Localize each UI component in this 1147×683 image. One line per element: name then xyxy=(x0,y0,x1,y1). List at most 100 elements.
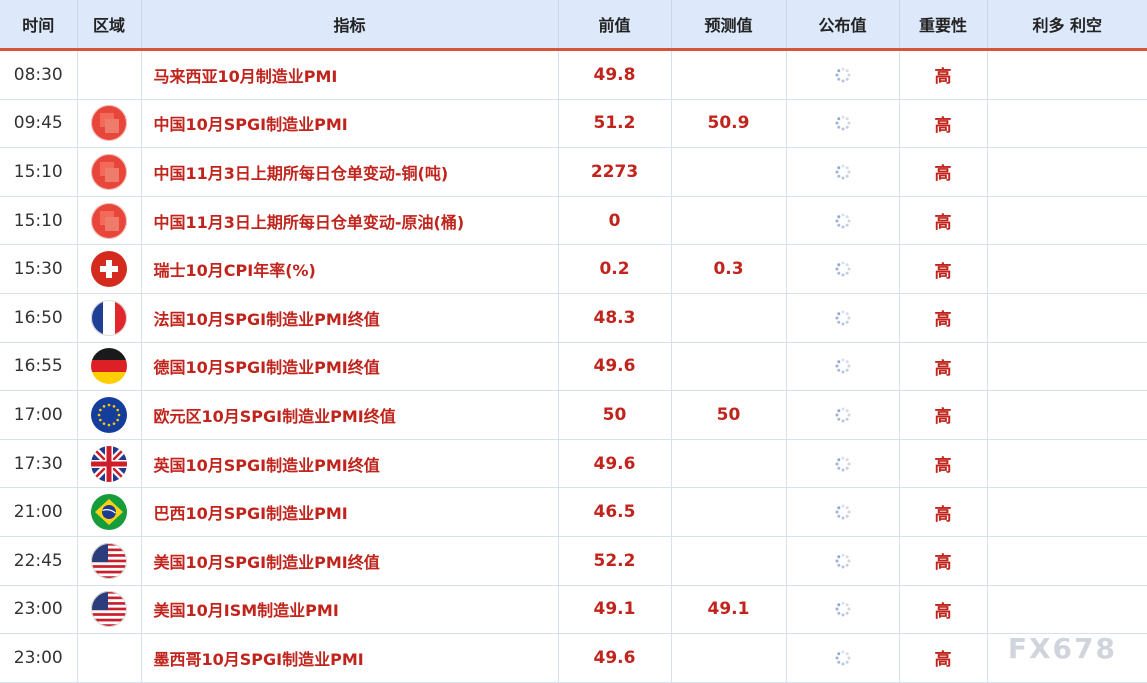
row-forecast xyxy=(671,633,787,683)
row-actual xyxy=(786,487,900,537)
loading-spinner-icon xyxy=(835,310,851,326)
row-indicator-link[interactable]: 墨西哥10月SPGI制造业PMI xyxy=(141,633,559,683)
row-forecast xyxy=(671,342,787,392)
row-effect xyxy=(987,585,1147,635)
row-indicator-link[interactable]: 德国10月SPGI制造业PMI终值 xyxy=(141,342,559,392)
loading-spinner-icon xyxy=(835,213,851,229)
row-indicator-link[interactable]: 法国10月SPGI制造业PMI终值 xyxy=(141,293,559,343)
loading-spinner-icon xyxy=(835,407,851,423)
row-forecast xyxy=(671,196,787,246)
row-forecast: 0.3 xyxy=(671,244,787,294)
row-effect xyxy=(987,342,1147,392)
table-row[interactable]: 17:00 欧元区10月SPGI制造业PMI终值 50 50 高 xyxy=(0,390,1147,440)
row-indicator-link[interactable]: 巴西10月SPGI制造业PMI xyxy=(141,487,559,537)
row-previous: 0.2 xyxy=(558,244,672,294)
row-importance: 高 xyxy=(899,536,988,586)
header-previous: 前值 xyxy=(558,0,672,51)
table-body: 08:30 马来西亚10月制造业PMI 49.8 高 09:45 中国10月SP… xyxy=(0,49,1147,683)
table-row[interactable]: 16:50 法国10月SPGI制造业PMI终值 48.3 高 xyxy=(0,293,1147,343)
row-forecast xyxy=(671,487,787,537)
row-time: 15:30 xyxy=(0,244,78,294)
row-effect xyxy=(987,99,1147,149)
row-region xyxy=(77,390,142,440)
row-previous: 49.1 xyxy=(558,585,672,635)
table-row[interactable]: 16:55 德国10月SPGI制造业PMI终值 49.6 高 xyxy=(0,342,1147,392)
row-indicator-link[interactable]: 瑞士10月CPI年率(%) xyxy=(141,244,559,294)
row-time: 22:45 xyxy=(0,536,78,586)
row-region xyxy=(77,585,142,635)
row-indicator-link[interactable]: 中国10月SPGI制造业PMI xyxy=(141,99,559,149)
brazil-flag-icon xyxy=(91,494,127,531)
row-importance: 高 xyxy=(899,293,988,343)
row-region xyxy=(77,633,142,683)
table-row[interactable]: 17:30 英国10月SPGI制造业PMI终值 49.6 高 xyxy=(0,439,1147,489)
row-actual xyxy=(786,49,900,100)
table-row[interactable]: 15:30 瑞士10月CPI年率(%) 0.2 0.3 高 xyxy=(0,244,1147,294)
row-time: 17:30 xyxy=(0,439,78,489)
table-row[interactable]: 23:00 美国10月ISM制造业PMI 49.1 49.1 高 xyxy=(0,585,1147,635)
row-indicator-link[interactable]: 中国11月3日上期所每日仓单变动-铜(吨) xyxy=(141,147,559,197)
row-time: 16:50 xyxy=(0,293,78,343)
row-previous: 49.6 xyxy=(558,633,672,683)
loading-spinner-icon xyxy=(835,504,851,520)
row-effect xyxy=(987,536,1147,586)
row-previous: 49.8 xyxy=(558,49,672,100)
row-actual xyxy=(786,390,900,440)
row-time: 09:45 xyxy=(0,99,78,149)
row-previous: 0 xyxy=(558,196,672,246)
uk-flag-icon xyxy=(91,445,127,482)
loading-spinner-icon xyxy=(835,261,851,277)
header-importance: 重要性 xyxy=(899,0,988,51)
row-effect xyxy=(987,390,1147,440)
row-actual xyxy=(786,342,900,392)
row-previous: 46.5 xyxy=(558,487,672,537)
row-importance: 高 xyxy=(899,585,988,635)
row-importance: 高 xyxy=(899,49,988,100)
france-flag-icon xyxy=(91,299,127,336)
china-flag-blurred-icon xyxy=(91,105,127,142)
row-indicator-link[interactable]: 美国10月SPGI制造业PMI终值 xyxy=(141,536,559,586)
row-importance: 高 xyxy=(899,99,988,149)
table-row[interactable]: 09:45 中国10月SPGI制造业PMI 51.2 50.9 高 xyxy=(0,99,1147,149)
row-effect xyxy=(987,244,1147,294)
table-row[interactable]: 15:10 中国11月3日上期所每日仓单变动-铜(吨) 2273 高 xyxy=(0,147,1147,197)
row-previous: 48.3 xyxy=(558,293,672,343)
loading-spinner-icon xyxy=(835,67,851,83)
row-forecast: 49.1 xyxy=(671,585,787,635)
row-indicator-link[interactable]: 欧元区10月SPGI制造业PMI终值 xyxy=(141,390,559,440)
row-previous: 51.2 xyxy=(558,99,672,149)
row-region xyxy=(77,49,142,100)
row-indicator-link[interactable]: 美国10月ISM制造业PMI xyxy=(141,585,559,635)
row-region xyxy=(77,439,142,489)
table-row[interactable]: 22:45 美国10月SPGI制造业PMI终值 52.2 高 xyxy=(0,536,1147,586)
table-row[interactable]: 08:30 马来西亚10月制造业PMI 49.8 高 xyxy=(0,49,1147,100)
row-forecast xyxy=(671,293,787,343)
row-time: 16:55 xyxy=(0,342,78,392)
row-actual xyxy=(786,293,900,343)
row-forecast: 50 xyxy=(671,390,787,440)
china-flag-blurred-icon xyxy=(91,153,127,190)
row-region xyxy=(77,293,142,343)
row-importance: 高 xyxy=(899,439,988,489)
row-indicator-link[interactable]: 马来西亚10月制造业PMI xyxy=(141,49,559,100)
row-indicator-link[interactable]: 英国10月SPGI制造业PMI终值 xyxy=(141,439,559,489)
row-region xyxy=(77,147,142,197)
row-importance: 高 xyxy=(899,196,988,246)
row-forecast: 50.9 xyxy=(671,99,787,149)
row-time: 23:00 xyxy=(0,633,78,683)
row-time: 15:10 xyxy=(0,147,78,197)
row-time: 17:00 xyxy=(0,390,78,440)
header-indicator: 指标 xyxy=(141,0,559,51)
table-row[interactable]: 15:10 中国11月3日上期所每日仓单变动-原油(桶) 0 高 xyxy=(0,196,1147,246)
row-importance: 高 xyxy=(899,342,988,392)
table-row[interactable]: 21:00 巴西10月SPGI制造业PMI 46.5 高 xyxy=(0,487,1147,537)
row-previous: 49.6 xyxy=(558,342,672,392)
usa-flag-icon xyxy=(91,542,127,579)
row-time: 21:00 xyxy=(0,487,78,537)
loading-spinner-icon xyxy=(835,601,851,617)
row-effect xyxy=(987,49,1147,100)
table-row[interactable]: 23:00 墨西哥10月SPGI制造业PMI 49.6 高 xyxy=(0,633,1147,683)
row-indicator-link[interactable]: 中国11月3日上期所每日仓单变动-原油(桶) xyxy=(141,196,559,246)
loading-spinner-icon xyxy=(835,115,851,131)
row-importance: 高 xyxy=(899,147,988,197)
